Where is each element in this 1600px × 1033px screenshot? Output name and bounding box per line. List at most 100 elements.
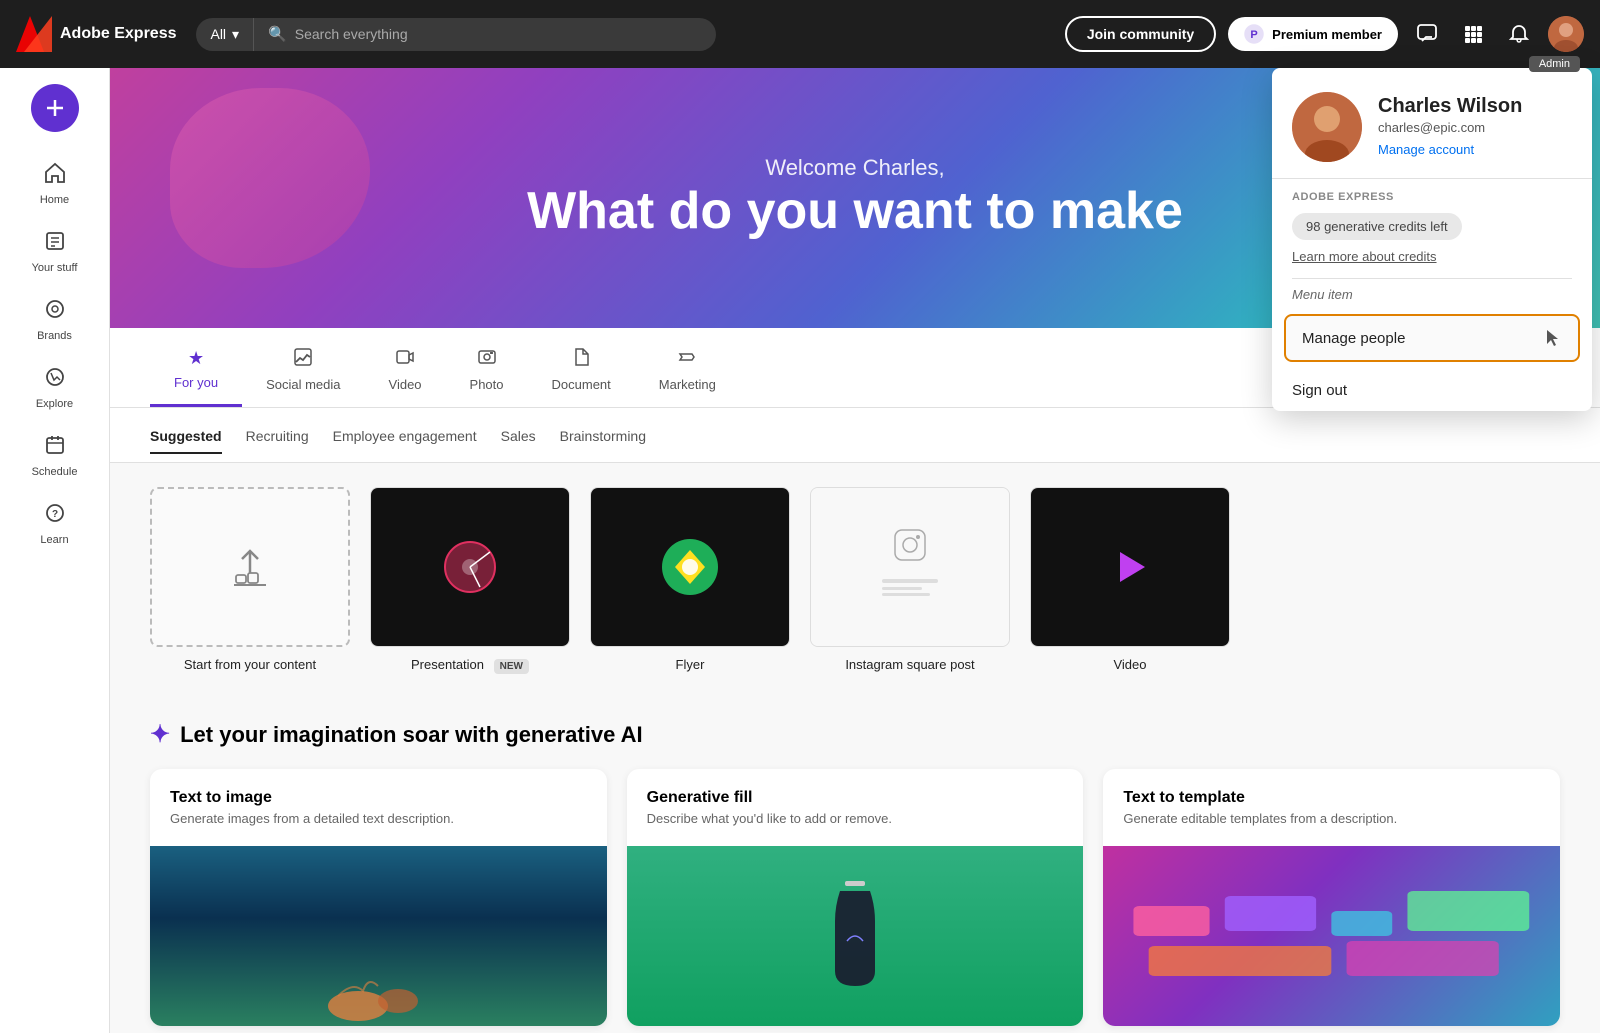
tab-marketing[interactable]: Marketing [635,336,740,407]
ai-card-generative-fill-header: Generative fill Describe what you'd like… [627,769,1084,846]
search-input-wrap: 🔍 [254,25,716,43]
ai-card-text-to-template-img [1103,846,1560,1026]
credits-link[interactable]: Learn more about credits [1292,249,1437,264]
sidebar-item-brands[interactable]: Brands [10,288,100,352]
card-presentation[interactable]: Presentation NEW [370,487,570,672]
tab-photo-label: Photo [470,377,504,392]
tab-document[interactable]: Document [528,336,635,407]
card-thumb-flyer [590,487,790,647]
sidebar-item-learn[interactable]: ? Learn [10,492,100,556]
manage-account-link[interactable]: Manage account [1378,142,1474,157]
keyboard-image [1103,846,1560,1026]
card-label-instagram: Instagram square post [845,657,974,672]
cursor-icon [1542,328,1562,348]
card-label-presentation: Presentation NEW [411,657,529,672]
sidebar-item-schedule[interactable]: Schedule [10,424,100,488]
your-stuff-icon [44,230,66,258]
ai-card-generative-fill-img [627,846,1084,1026]
card-instagram-square[interactable]: Instagram square post [810,487,1010,672]
svg-text:P: P [1251,29,1258,41]
app-name: Adobe Express [60,25,176,43]
chat-icon-button[interactable] [1410,17,1444,51]
sidebar-item-explore[interactable]: Explore [10,356,100,420]
search-type-dropdown[interactable]: All ▾ [196,18,254,51]
tab-for-you-label: For you [174,375,218,390]
ai-card-text-to-template-desc: Generate editable templates from a descr… [1123,811,1540,826]
svg-text:?: ? [51,509,57,520]
search-icon: 🔍 [268,25,287,43]
ai-card-text-to-template-header: Text to template Generate editable templ… [1103,769,1560,846]
card-label-start-from-content: Start from your content [184,657,316,672]
presentation-thumb [371,488,569,646]
banner-subtitle: Welcome Charles, [527,155,1183,181]
menu-item-placeholder: Menu item [1272,279,1592,306]
bottle-image [627,846,1084,1026]
sidebar-item-home[interactable]: Home [10,152,100,216]
card-flyer[interactable]: Flyer [590,487,790,672]
premium-label: Premium member [1272,27,1382,42]
sign-out-item[interactable]: Sign out [1272,370,1592,411]
tab-document-label: Document [552,377,611,392]
template-cards-row: Start from your content [150,487,1560,672]
sidebar-schedule-label: Schedule [32,466,78,478]
banner-title: What do you want to make [527,181,1183,241]
filter-tabs: Suggested Recruiting Employee engagement… [110,408,1600,463]
manage-people-item[interactable]: Manage people [1284,314,1580,362]
card-thumb-start-from-content [150,487,350,647]
ai-section-title: ✦ Let your imagination soar with generat… [150,720,1560,749]
admin-badge: Admin [1529,56,1580,72]
sidebar-brands-label: Brands [37,330,72,342]
tab-social-media[interactable]: Social media [242,336,364,407]
create-button[interactable] [31,84,79,132]
manage-people-label: Manage people [1302,330,1405,347]
ai-card-generative-fill-title: Generative fill [647,789,1064,807]
filter-brainstorming[interactable]: Brainstorming [560,428,646,454]
card-label-video: Video [1113,657,1146,672]
join-community-button[interactable]: Join community [1065,16,1216,52]
credits-badge: 98 generative credits left [1292,213,1462,240]
brands-icon [44,298,66,326]
tab-video-label: Video [389,377,422,392]
search-type-label: All [210,26,226,42]
filter-suggested[interactable]: Suggested [150,428,222,454]
filter-recruiting[interactable]: Recruiting [246,428,309,454]
sidebar-home-label: Home [40,194,69,206]
ai-card-text-to-image-title: Text to image [170,789,587,807]
chat-icon [1416,23,1438,45]
card-thumb-presentation [370,487,570,647]
tab-photo[interactable]: Photo [446,336,528,407]
ai-card-text-to-template-title: Text to template [1123,789,1540,807]
filter-sales[interactable]: Sales [501,428,536,454]
section-label: ADOBE EXPRESS [1292,191,1572,203]
header-actions: Join community P Premium member [1065,16,1584,52]
apps-icon [1462,23,1484,45]
tab-for-you[interactable]: ★ For you [150,336,242,407]
avatar-image [1548,16,1584,52]
ai-card-text-to-template[interactable]: Text to template Generate editable templ… [1103,769,1560,1026]
premium-member-button[interactable]: P Premium member [1228,17,1398,51]
ai-cards-row: Text to image Generate images from a det… [150,769,1560,1026]
search-input[interactable] [295,26,703,42]
for-you-icon: ★ [188,348,204,369]
adobe-logo [16,16,52,52]
home-icon [44,162,66,190]
tab-video[interactable]: Video [365,336,446,407]
ai-card-text-to-image[interactable]: Text to image Generate images from a det… [150,769,607,1026]
bell-icon [1508,23,1530,45]
profile-email: charles@epic.com [1378,120,1522,135]
flyer-thumb [591,488,789,646]
sidebar-explore-label: Explore [36,398,73,410]
filter-employee-engagement[interactable]: Employee engagement [333,428,477,454]
instagram-thumb [811,488,1009,646]
learn-icon: ? [44,502,66,530]
sidebar-item-your-stuff[interactable]: Your stuff [10,220,100,284]
apps-icon-button[interactable] [1456,17,1490,51]
ai-card-generative-fill[interactable]: Generative fill Describe what you'd like… [627,769,1084,1026]
notifications-icon-button[interactable] [1502,17,1536,51]
card-start-from-content[interactable]: Start from your content [150,487,350,672]
card-thumb-video [1030,487,1230,647]
profile-header: Charles Wilson charles@epic.com Manage a… [1272,68,1592,179]
avatar[interactable] [1548,16,1584,52]
card-video[interactable]: Video [1030,487,1230,672]
card-label-flyer: Flyer [676,657,705,672]
